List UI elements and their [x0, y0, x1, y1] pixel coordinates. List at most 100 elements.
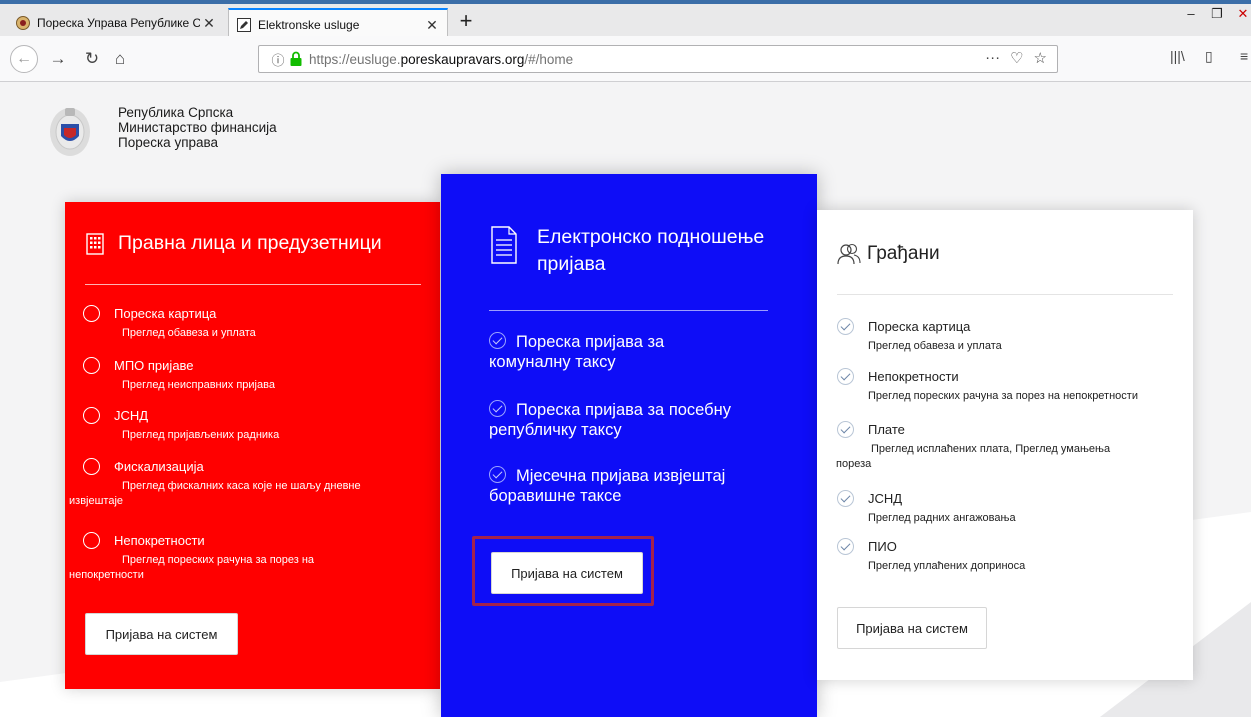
check-circle-icon: [489, 332, 506, 349]
building-icon: [86, 232, 104, 255]
check-circle-icon: [489, 466, 506, 483]
header-line-ministry: Министарство финансија: [118, 120, 277, 135]
crest-logo-icon: [50, 108, 90, 156]
item-label: Непокретности: [868, 369, 959, 384]
electronic-filing-header: Електронско подношење пријава: [491, 224, 777, 278]
divider: [85, 284, 421, 285]
item-sub: Преглед обавеза и уплата: [868, 340, 1002, 352]
check-circle-icon: [837, 490, 854, 507]
url-host: poreskaupravars.org: [400, 51, 525, 67]
citizens-item-real-estate[interactable]: Непокретности Преглед пореских рачуна за…: [837, 368, 1138, 404]
page-actions-menu-icon[interactable]: ···: [985, 49, 1000, 67]
header-line-republic: Република Српска: [118, 105, 234, 120]
page-content: Република Српска Министарство финансија …: [0, 82, 1251, 717]
circle-icon: [83, 305, 100, 322]
citizens-item-salaries[interactable]: Плате Преглед исплаћених плата, Преглед …: [836, 421, 1177, 472]
item-label: МПО пријаве: [114, 358, 194, 373]
citizens-header: Грађани: [837, 240, 940, 267]
item-label: ПИО: [868, 539, 897, 554]
check-circle-icon: [837, 538, 854, 555]
electronic-item-special-republic-tax[interactable]: Пореска пријава за посебну републичку та…: [489, 400, 789, 440]
item-line2: боравишне таксе: [489, 487, 622, 505]
window-close-icon[interactable]: ✕: [1232, 6, 1251, 22]
item-sub-line1: Преглед фискалних каса које не шаљу днев…: [122, 480, 361, 492]
legal-entities-title: Правна лица и предузетници: [118, 232, 382, 254]
tab-title: Пореска Управа Републике С: [37, 16, 200, 30]
electronic-item-tourist-tax-report[interactable]: Мјесечна пријава извјештај боравишне так…: [489, 466, 789, 506]
url-path: /#/home: [524, 51, 574, 67]
legal-item-fiscalization[interactable]: Фискализација Преглед фискалних каса кој…: [69, 458, 423, 509]
item-line2: републичку таксу: [489, 421, 622, 439]
legal-item-tax-card[interactable]: Пореска картица Преглед обавеза и уплата: [83, 305, 256, 341]
menu-icon[interactable]: ≡: [1240, 48, 1248, 64]
item-line1: Пореска пријава за: [516, 333, 665, 351]
browser-tab-bar: Пореска Управа Републике С ✕ Elektronske…: [0, 0, 1251, 40]
electronic-filing-title: Електронско подношење пријава: [537, 226, 765, 275]
legal-item-mpo[interactable]: МПО пријаве Преглед неисправних пријава: [83, 357, 275, 393]
item-line1: Мјесечна пријава извјештај: [516, 467, 726, 485]
users-icon: [837, 243, 861, 264]
electronic-item-communal-tax[interactable]: Пореска пријава за комуналну таксу: [489, 332, 789, 372]
item-sub-line2: пореза: [836, 458, 872, 470]
item-sub-line2: извјештаје: [69, 495, 124, 507]
bookmark-star-icon[interactable]: ☆: [1034, 49, 1047, 67]
circle-icon: [83, 458, 100, 475]
highlight-annotation-box: [472, 536, 654, 606]
citizens-item-jsnd[interactable]: ЈСНД Преглед радних ангажовања: [837, 490, 1016, 526]
pocket-icon[interactable]: ♡: [1010, 49, 1023, 67]
divider: [489, 310, 768, 311]
new-tab-plus-icon[interactable]: +: [456, 10, 476, 34]
crest-favicon-icon: [16, 16, 30, 30]
header-text: Република Српска Министарство финансија …: [118, 105, 277, 150]
circle-icon: [83, 407, 100, 424]
forward-arrow-icon[interactable]: →: [46, 46, 70, 72]
item-sub-line2: непокретности: [69, 569, 144, 581]
item-label: Пореска картица: [868, 319, 971, 334]
restore-icon[interactable]: ❐: [1206, 6, 1228, 22]
reload-icon[interactable]: ↻: [80, 46, 104, 72]
check-circle-icon: [489, 400, 506, 417]
site-header: Република Српска Министарство финансија …: [48, 102, 277, 158]
sidebar-toggle-icon[interactable]: ▯: [1205, 48, 1213, 65]
citizens-card: Грађани Пореска картица Преглед обавеза …: [817, 210, 1193, 680]
item-sub: Преглед уплаћених доприноса: [868, 560, 1026, 572]
citizens-login-button[interactable]: Пријава на систем: [837, 607, 987, 649]
divider: [837, 294, 1173, 295]
citizens-item-tax-card[interactable]: Пореска картица Преглед обавеза и уплата: [837, 318, 1002, 354]
legal-item-jsnd[interactable]: ЈСНД Преглед пријављених радника: [83, 407, 279, 443]
legal-entities-header: Правна лица и предузетници: [85, 230, 382, 257]
back-arrow-icon[interactable]: ←: [10, 45, 38, 73]
citizens-title: Грађани: [867, 243, 940, 264]
edit-favicon-icon: [237, 18, 251, 32]
close-icon[interactable]: ✕: [200, 15, 218, 32]
circle-icon: [83, 357, 100, 374]
item-line2: комуналну таксу: [489, 353, 616, 371]
item-sub: Преглед неисправних пријава: [122, 379, 275, 391]
item-sub: Преглед пореских рачуна за порез на непо…: [868, 390, 1138, 402]
home-icon[interactable]: ⌂: [108, 46, 132, 72]
citizens-item-pio[interactable]: ПИО Преглед уплаћених доприноса: [837, 538, 1025, 574]
lock-icon: [290, 51, 302, 66]
item-label: Пореска картица: [114, 306, 217, 321]
item-sub-line1: Преглед исплаћених плата, Преглед умањењ…: [871, 443, 1111, 455]
minimize-icon[interactable]: –: [1180, 6, 1202, 21]
info-icon[interactable]: ⓘ: [267, 50, 289, 69]
check-circle-icon: [837, 318, 854, 335]
legal-login-button[interactable]: Пријава на систем: [85, 613, 238, 655]
check-circle-icon: [837, 368, 854, 385]
close-icon[interactable]: ✕: [423, 17, 441, 34]
item-sub: Преглед обавеза и уплата: [122, 327, 256, 339]
tab-poreska-uprava[interactable]: Пореска Управа Републике С ✕: [8, 8, 224, 38]
item-label: Непокретности: [114, 533, 205, 548]
library-icon[interactable]: |||\: [1170, 48, 1185, 64]
legal-entities-card: Правна лица и предузетници Пореска карти…: [65, 202, 440, 689]
check-circle-icon: [837, 421, 854, 438]
tab-title: Elektronske usluge: [258, 18, 360, 32]
legal-item-real-estate[interactable]: Непокретности Преглед пореских рачуна за…: [69, 532, 423, 583]
item-sub: Преглед пореских рачуна за порез на непок…: [69, 553, 423, 583]
url-actions: ··· ♡ ☆: [985, 49, 1047, 67]
item-line1: Пореска пријава за посебну: [516, 401, 731, 419]
item-label: Плате: [868, 422, 905, 437]
item-label: ЈСНД: [114, 408, 149, 423]
url-bar[interactable]: ⓘ https://eusluge.poreskaupravars.org/#/…: [258, 45, 1058, 73]
